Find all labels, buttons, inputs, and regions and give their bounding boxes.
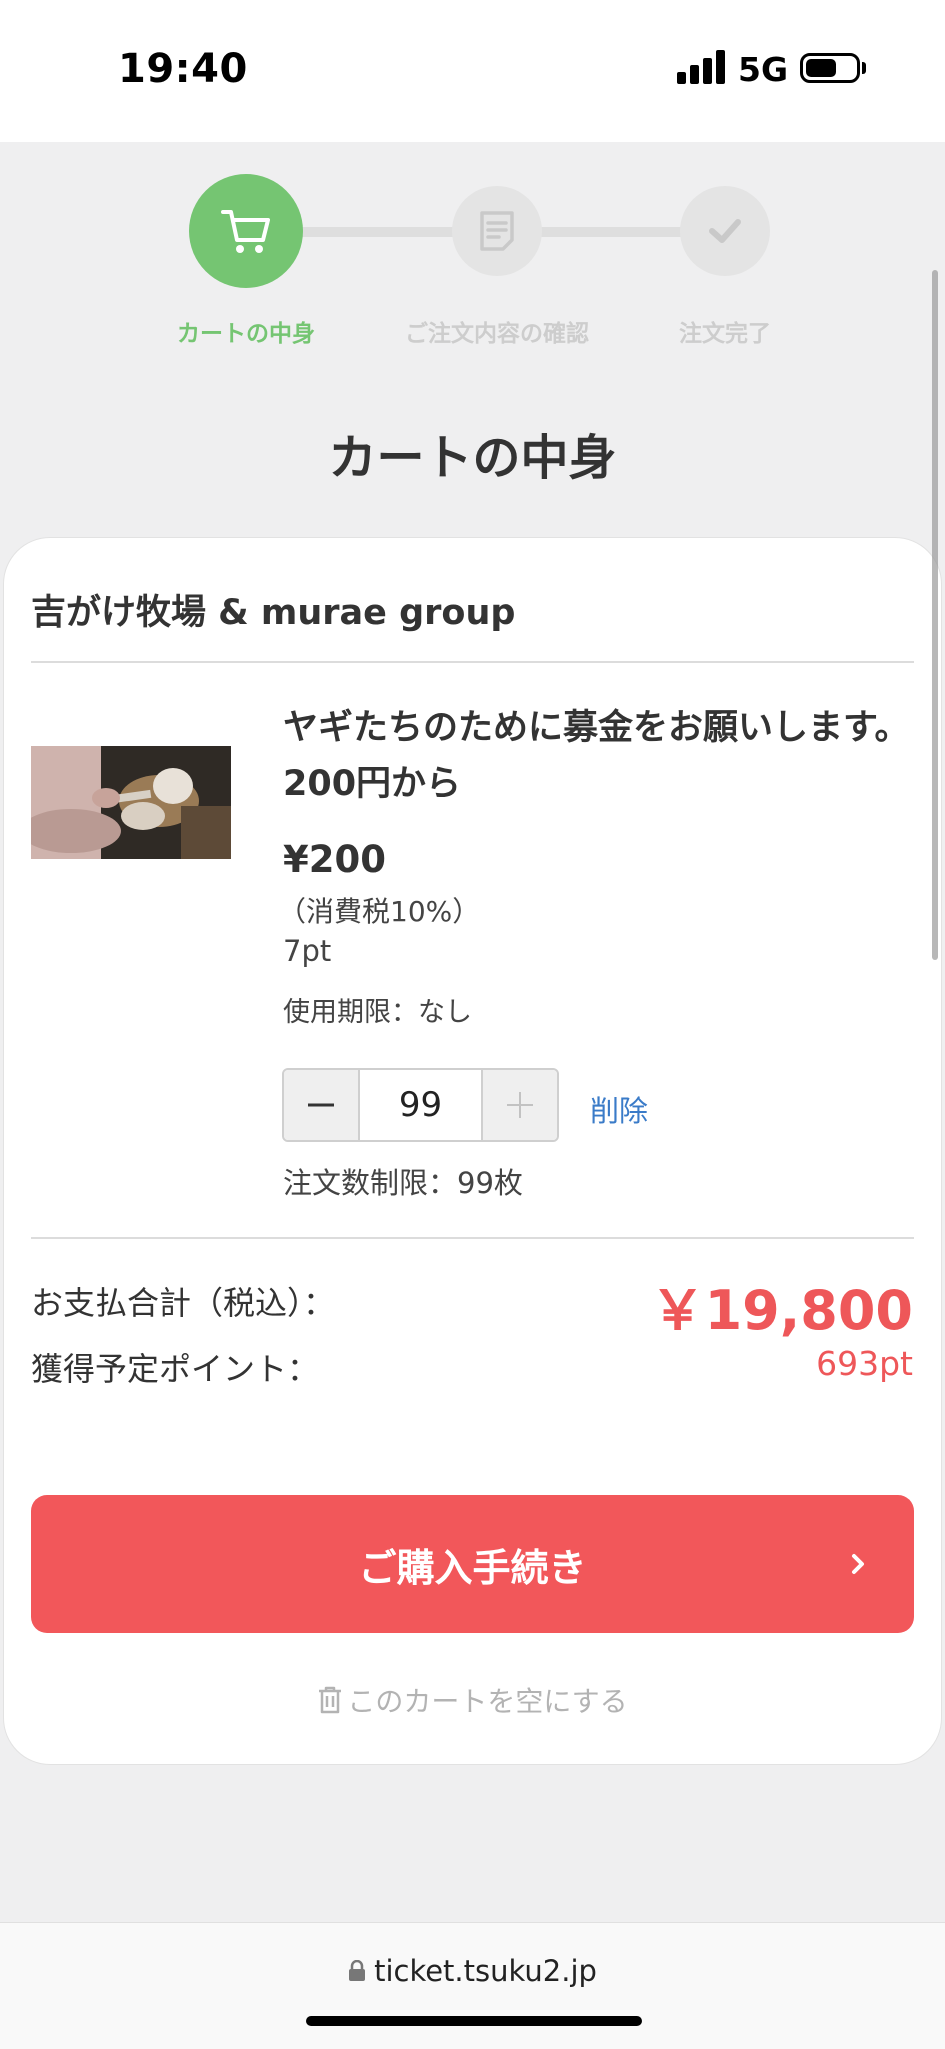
empty-cart-label: このカートを空にする <box>347 1685 628 1718</box>
trash-icon <box>319 1686 342 1714</box>
scrollbar[interactable] <box>932 270 938 960</box>
lock-icon <box>349 1960 366 1981</box>
chevron-right-icon <box>852 1554 864 1574</box>
step-label-complete: 注文完了 <box>679 321 771 347</box>
shop-name: 吉がけ牧場 & murae group <box>31 593 516 633</box>
step-label-confirm: ご注文内容の確認 <box>405 321 589 347</box>
minus-icon <box>308 1103 334 1107</box>
product-price: ¥200 <box>283 838 386 881</box>
tax-note: （消費税10%） <box>278 895 481 928</box>
points-label: 獲得予定ポイント： <box>31 1350 320 1388</box>
battery-icon <box>800 53 860 83</box>
increase-quantity-button[interactable] <box>481 1070 557 1140</box>
divider <box>31 1237 914 1239</box>
cellular-signal-icon <box>677 50 727 84</box>
quantity-input[interactable] <box>360 1070 481 1140</box>
expiry-note: 使用期限：なし <box>283 997 472 1028</box>
step-complete <box>680 186 770 276</box>
step-confirm <box>452 186 542 276</box>
page-title: カートの中身 <box>328 430 617 486</box>
points-value: 693pt <box>816 1344 913 1383</box>
total-value: ￥19,800 <box>650 1279 913 1342</box>
plus-icon <box>507 1092 533 1118</box>
step-label-cart: カートの中身 <box>177 321 315 347</box>
product-image[interactable] <box>31 746 231 859</box>
checkout-label: ご購入手続き <box>358 1545 587 1590</box>
home-indicator[interactable] <box>306 2016 642 2026</box>
total-label: お支払合計（税込）： <box>31 1284 336 1322</box>
step-cart <box>189 174 303 288</box>
order-limit-note: 注文数制限：99枚 <box>283 1166 523 1200</box>
status-time: 19:40 <box>118 46 248 92</box>
document-icon <box>480 211 514 251</box>
check-icon <box>709 219 741 243</box>
product-title[interactable]: ヤギたちのために募金をお願いします。200円から <box>283 700 913 812</box>
divider <box>31 661 914 663</box>
decrease-quantity-button[interactable] <box>284 1070 360 1140</box>
quantity-stepper <box>282 1068 559 1142</box>
empty-cart-link[interactable]: このカートを空にする <box>0 1680 945 1720</box>
battery-tip <box>862 62 866 74</box>
checkout-button[interactable]: ご購入手続き <box>31 1495 914 1633</box>
network-type: 5G <box>738 50 789 89</box>
delete-item-link[interactable]: 削除 <box>590 1088 648 1130</box>
product-points: 7pt <box>283 934 332 968</box>
cart-icon <box>221 210 270 253</box>
address-bar[interactable]: ticket.tsuku2.jp <box>0 1954 945 1988</box>
url-text: ticket.tsuku2.jp <box>374 1954 597 1988</box>
